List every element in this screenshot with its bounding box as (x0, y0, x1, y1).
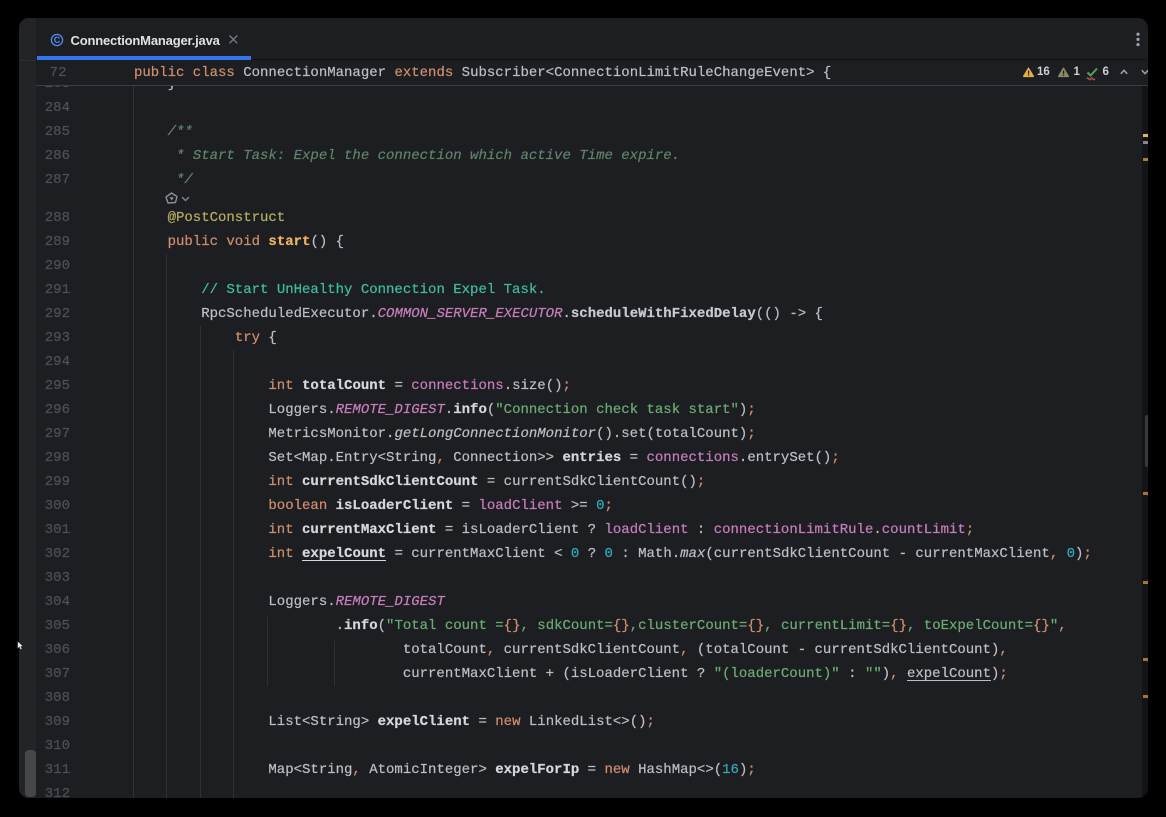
svg-text:C: C (54, 35, 61, 45)
